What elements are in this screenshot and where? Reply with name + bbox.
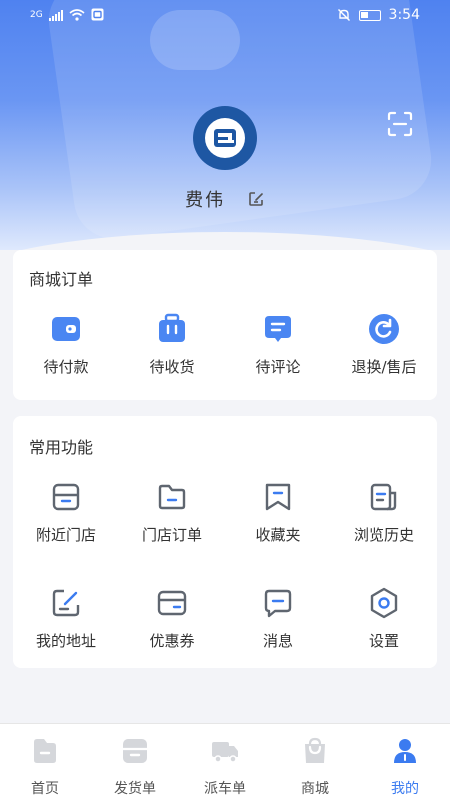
card-title: 常用功能 [29,438,94,457]
home-icon [34,739,56,763]
user-icon [394,739,416,763]
settings-icon [370,587,398,619]
function-item-coupons[interactable]: 优惠券 [119,586,225,651]
tab-shipping-orders[interactable]: 发货单 [90,724,180,800]
brand-logo-icon [205,118,245,158]
function-item-label: 附近门店 [35,526,96,544]
orders-item-label: 退换/售后 [351,358,417,376]
scan-icon[interactable] [386,110,414,138]
orders-item-label: 待评论 [255,358,301,376]
orders-item-pending-payment[interactable]: 待付款 [13,312,119,377]
function-item-label: 优惠券 [149,632,195,650]
coupon-icon [157,590,187,616]
mall-orders-card: 商城订单 待付款 待收货 待评论 退换/售后 [13,250,437,400]
bottom-tab-bar: 首页 发货单 派车单 商城 我的 [0,723,450,800]
orders-item-pending-review[interactable]: 待评论 [225,312,331,377]
status-bar: 2G 3:54 [0,0,450,32]
orders-item-pending-receipt[interactable]: 待收货 [119,312,225,377]
function-item-nearby-stores[interactable]: 附近门店 [13,480,119,545]
orders-item-label: 待付款 [43,358,89,376]
comment-icon [265,316,291,342]
function-item-label: 收藏夹 [255,526,301,544]
tab-label: 我的 [391,781,419,797]
wifi-icon [69,8,85,21]
package-icon [159,313,185,342]
mute-bell-icon [337,9,350,21]
shop-bag-icon [305,737,325,763]
truck-icon [212,742,238,763]
orders-item-label: 待收货 [149,358,195,376]
function-item-label: 我的地址 [35,632,96,650]
card-title: 商城订单 [29,270,94,289]
profile-name-row: 费伟 [0,186,450,212]
signal-icon [48,9,63,21]
notification-app-icon [91,8,104,21]
shipping-icon [123,739,147,763]
address-edit-icon [52,589,80,617]
edit-profile-icon[interactable] [247,190,265,208]
common-functions-card: 常用功能 附近门店 门店订单 收藏夹 浏览历史 我的地址 优惠券 消息 设置 [13,416,437,668]
function-item-browse-history[interactable]: 浏览历史 [331,480,437,545]
profile-name: 费伟 [185,190,226,211]
function-item-favorites[interactable]: 收藏夹 [225,480,331,545]
orders-item-after-sales[interactable]: 退换/售后 [331,312,437,377]
message-icon [264,589,292,618]
function-item-label: 门店订单 [141,526,202,544]
bookmark-icon [265,483,291,511]
tab-home[interactable]: 首页 [0,724,90,800]
wallet-icon [52,317,80,341]
tab-label: 发货单 [114,781,156,797]
clock: 3:54 [388,7,420,23]
function-item-label: 设置 [368,632,399,650]
tab-dispatch-orders[interactable]: 派车单 [180,724,270,800]
function-item-messages[interactable]: 消息 [225,586,331,651]
function-item-settings[interactable]: 设置 [331,586,437,651]
network-type: 2G [30,9,43,20]
tab-label: 派车单 [204,781,246,797]
tab-label: 首页 [31,781,59,797]
header-curve [0,232,450,250]
refresh-icon [369,314,399,344]
tab-mall[interactable]: 商城 [270,724,360,800]
function-item-label: 浏览历史 [353,526,414,544]
function-item-label: 消息 [262,632,293,650]
function-item-my-address[interactable]: 我的地址 [13,586,119,651]
history-icon [370,483,397,511]
folder-icon [158,484,186,510]
avatar[interactable] [193,106,257,170]
tab-label: 商城 [301,781,329,797]
store-icon [52,483,80,511]
function-item-store-orders[interactable]: 门店订单 [119,480,225,545]
battery-icon [358,9,381,21]
tab-mine[interactable]: 我的 [360,724,450,800]
